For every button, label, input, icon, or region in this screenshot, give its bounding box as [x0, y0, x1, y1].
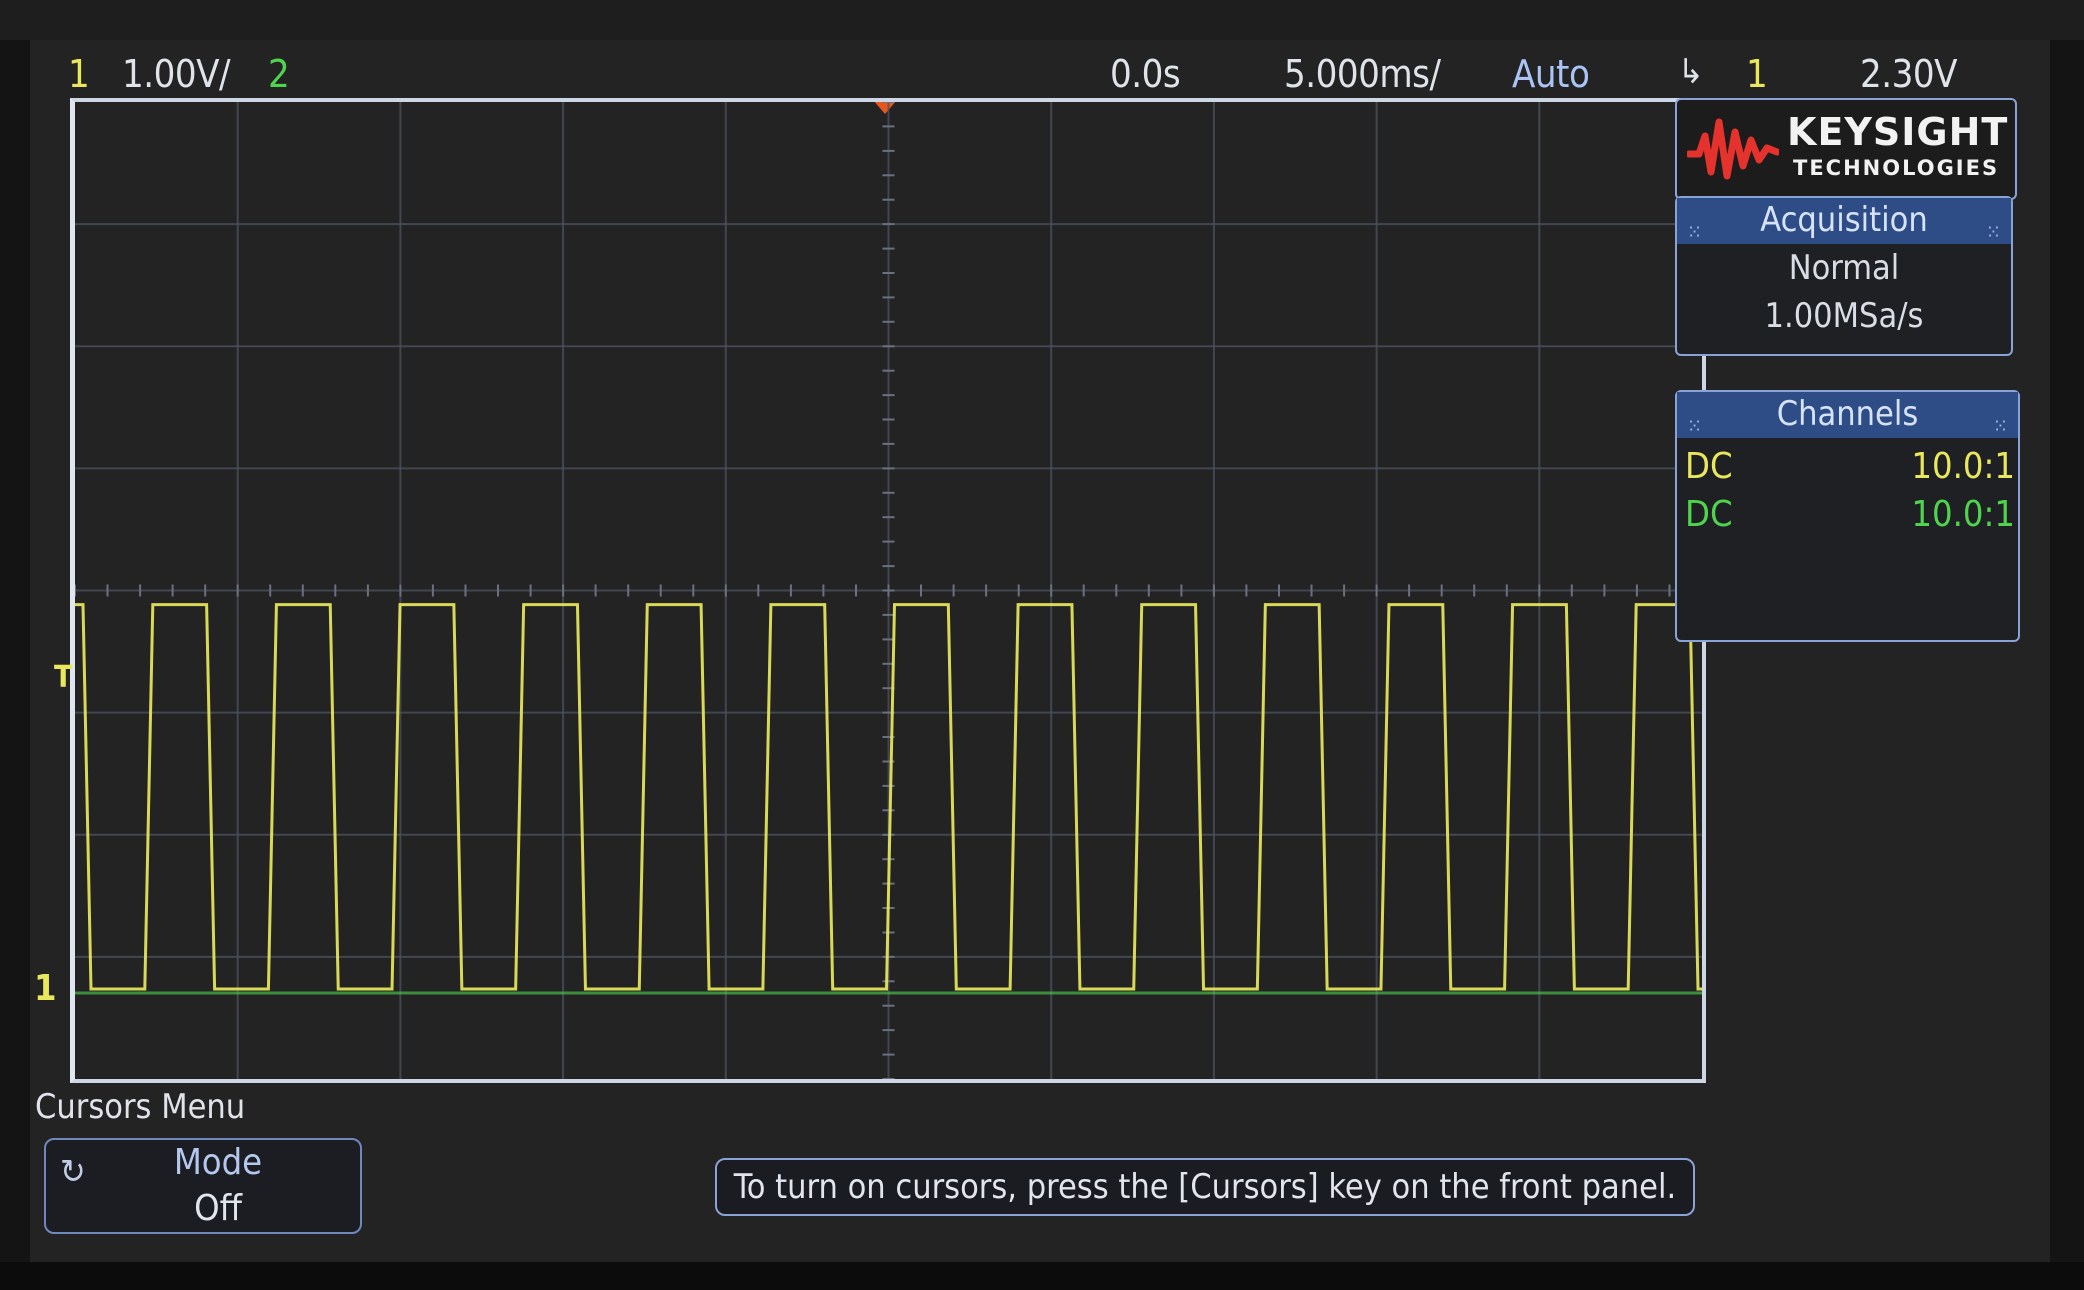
oscilloscope-screen: 1 1.00V/ 2 0.0s 5.000ms/ Auto ↳ 1 2.30V …: [30, 40, 2050, 1262]
trigger-mode[interactable]: Auto: [1512, 52, 1590, 96]
waveform-display: [75, 102, 1702, 1079]
channel2-number[interactable]: 2: [268, 52, 290, 96]
channel2-probe-ratio: 10.0:1: [1911, 494, 2015, 535]
keysight-logo: KEYSIGHT TECHNOLOGIES: [1675, 98, 2017, 200]
waveform-graticule: [70, 98, 1706, 1083]
info-message: To turn on cursors, press the [Cursors] …: [715, 1158, 1695, 1216]
acquisition-mode: Normal: [1788, 248, 1900, 288]
channels-panel-header: ⁙ Channels ⁙: [1677, 392, 2018, 438]
trigger-level-marker[interactable]: T: [54, 660, 72, 695]
acquisition-title: Acquisition: [1760, 200, 1928, 240]
softkey-label: Mode: [173, 1142, 263, 1183]
acquisition-panel-header: ⁙ Acquisition ⁙: [1677, 198, 2011, 244]
bezel-top: [0, 0, 2084, 40]
trigger-level[interactable]: 2.30V: [1860, 52, 1957, 96]
softkey-menu-title: Cursors Menu: [35, 1087, 246, 1127]
grip-icon: ⁙: [1992, 414, 2008, 438]
timebase[interactable]: 5.000ms/: [1284, 52, 1441, 96]
falling-edge-icon: ↳: [1678, 52, 1704, 92]
softkey-value: Off: [194, 1188, 242, 1229]
logo-line1: KEYSIGHT: [1787, 110, 2009, 154]
keysight-wave-icon: [1687, 118, 1779, 180]
logo-line2: TECHNOLOGIES: [1793, 156, 2000, 180]
channels-title: Channels: [1776, 394, 1919, 434]
acquisition-panel[interactable]: ⁙ Acquisition ⁙ Normal 1.00MSa/s: [1675, 196, 2013, 356]
channel1-scale[interactable]: 1.00V/: [122, 52, 231, 96]
channel1-probe-ratio: 10.0:1: [1911, 446, 2015, 487]
channels-panel[interactable]: ⁙ Channels ⁙ DC 10.0:1 DC 10.0:1: [1675, 390, 2020, 642]
acquisition-sample-rate: 1.00MSa/s: [1764, 296, 1924, 336]
channel2-coupling: DC: [1685, 494, 1733, 535]
time-delay[interactable]: 0.0s: [1110, 52, 1181, 96]
cursor-mode-softkey[interactable]: ↻ Mode Off: [44, 1138, 362, 1234]
channel1-coupling: DC: [1685, 446, 1733, 487]
bezel-bottom: [0, 1262, 2084, 1290]
channel1-number[interactable]: 1: [68, 52, 90, 96]
trigger-source[interactable]: 1: [1746, 52, 1768, 96]
channel1-ground-marker[interactable]: 1: [34, 968, 57, 1009]
grip-icon: ⁙: [1687, 414, 1703, 438]
